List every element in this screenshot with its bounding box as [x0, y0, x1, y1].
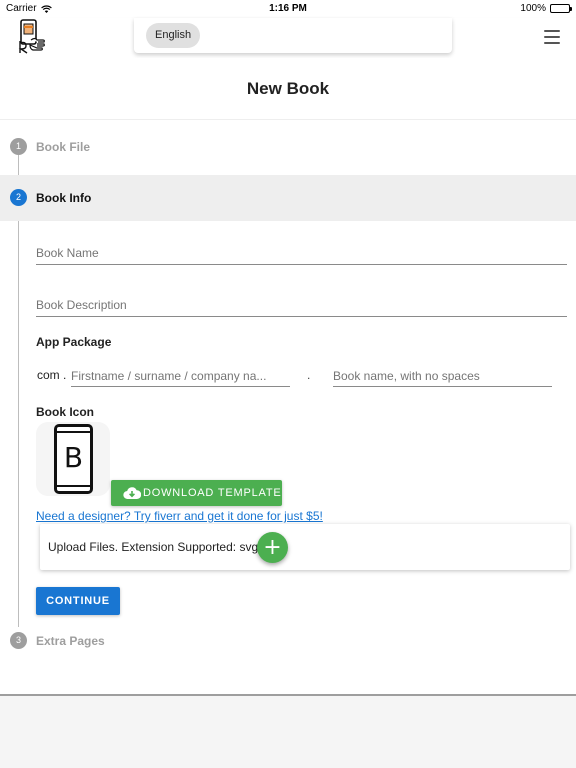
app-header: English	[0, 18, 576, 58]
book-name-field	[36, 244, 567, 265]
hamburger-menu-icon[interactable]	[544, 30, 560, 44]
step-label: Extra Pages	[36, 634, 105, 648]
step-book-info[interactable]: 2 Book Info	[0, 175, 576, 221]
step-number: 3	[10, 632, 27, 649]
package-separator: .	[307, 368, 311, 382]
phone-icon: B	[54, 424, 93, 494]
battery-icon	[550, 4, 572, 13]
book-name-input[interactable]	[36, 246, 567, 260]
title-divider	[0, 119, 576, 120]
package-company-input[interactable]	[71, 369, 290, 383]
step-number: 1	[10, 138, 27, 155]
package-book-field	[333, 367, 552, 387]
upload-files-panel: Upload Files. Extension Supported: svg +	[40, 524, 570, 570]
book-description-input[interactable]	[36, 298, 567, 312]
upload-files-label: Upload Files. Extension Supported: svg	[48, 540, 259, 554]
download-template-label: DOWNLOAD TEMPLATE	[143, 487, 282, 499]
package-company-field	[71, 367, 290, 387]
status-bar: Carrier 1:16 PM 100%	[0, 0, 576, 18]
step-label: Book File	[36, 140, 91, 154]
language-chip[interactable]: English	[146, 23, 201, 48]
page-title: New Book	[246, 79, 330, 98]
clock: 1:16 PM	[269, 3, 307, 14]
designer-link[interactable]: Need a designer? Try fiverr and get it d…	[36, 509, 323, 523]
step-label: Book Info	[36, 191, 92, 205]
battery-percent: 100%	[520, 3, 546, 14]
step-extra-pages[interactable]: 3 Extra Pages	[0, 618, 576, 664]
continue-button[interactable]: CONTINUE	[36, 587, 120, 615]
icon-preview-letter: B	[63, 441, 84, 474]
add-file-button[interactable]: +	[257, 532, 288, 563]
battery-status: 100%	[520, 3, 572, 14]
download-template-button[interactable]: DOWNLOAD TEMPLATE	[111, 480, 282, 506]
book-icon-label: Book Icon	[36, 405, 95, 419]
language-selector-panel: English	[134, 18, 452, 53]
book-phone-logo-icon[interactable]	[18, 19, 46, 55]
book-description-field	[36, 296, 567, 317]
package-prefix: com .	[37, 368, 67, 382]
package-book-input[interactable]	[333, 369, 552, 383]
bottom-background	[0, 696, 576, 768]
step-number: 2	[10, 189, 27, 206]
book-icon-preview: B	[36, 422, 110, 496]
app-package-label: App Package	[36, 335, 112, 349]
step-connector	[18, 209, 19, 627]
cloud-download-icon	[123, 487, 141, 500]
new-book-form: New Book 1 Book File 2 Book Info App Pac…	[0, 58, 576, 696]
step-book-file[interactable]: 1 Book File	[0, 124, 576, 170]
